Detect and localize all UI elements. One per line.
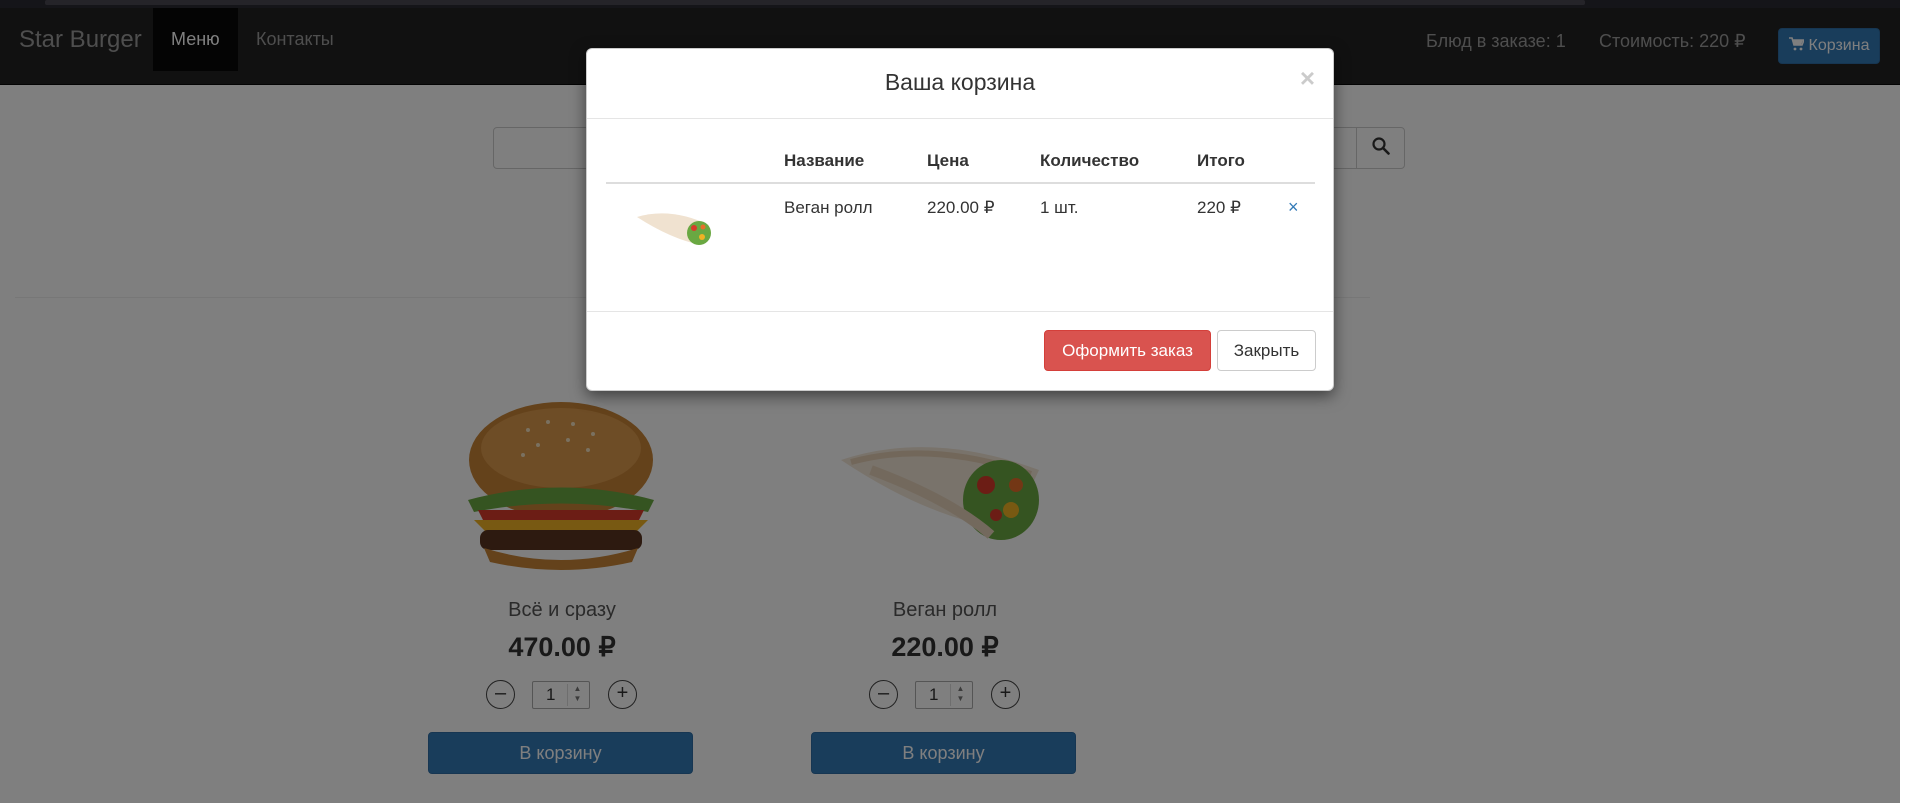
column-header-name: Название xyxy=(784,151,865,170)
column-header-quantity: Количество xyxy=(1040,151,1140,170)
close-button[interactable]: Закрыть xyxy=(1217,330,1316,371)
place-order-button[interactable]: Оформить заказ xyxy=(1044,330,1211,371)
page-right-edge xyxy=(1900,0,1920,803)
table-header-divider xyxy=(606,182,1315,184)
cart-item-name: Веган ролл xyxy=(784,198,873,217)
remove-item-icon[interactable]: × xyxy=(1288,197,1299,218)
cart-modal: Ваша корзина × Название Цена Количество … xyxy=(586,48,1334,391)
modal-header-divider xyxy=(587,118,1333,119)
column-header-price: Цена xyxy=(927,151,969,170)
column-header-total: Итого xyxy=(1197,151,1245,170)
cart-item-quantity: 1 шт. xyxy=(1040,198,1079,217)
modal-footer-divider xyxy=(587,311,1333,312)
modal-title: Ваша корзина xyxy=(884,69,1036,95)
close-icon[interactable]: × xyxy=(1300,63,1315,94)
cart-item-image xyxy=(631,199,721,259)
cart-item-price: 220.00 ₽ xyxy=(927,198,995,217)
cart-item-total: 220 ₽ xyxy=(1197,198,1241,217)
